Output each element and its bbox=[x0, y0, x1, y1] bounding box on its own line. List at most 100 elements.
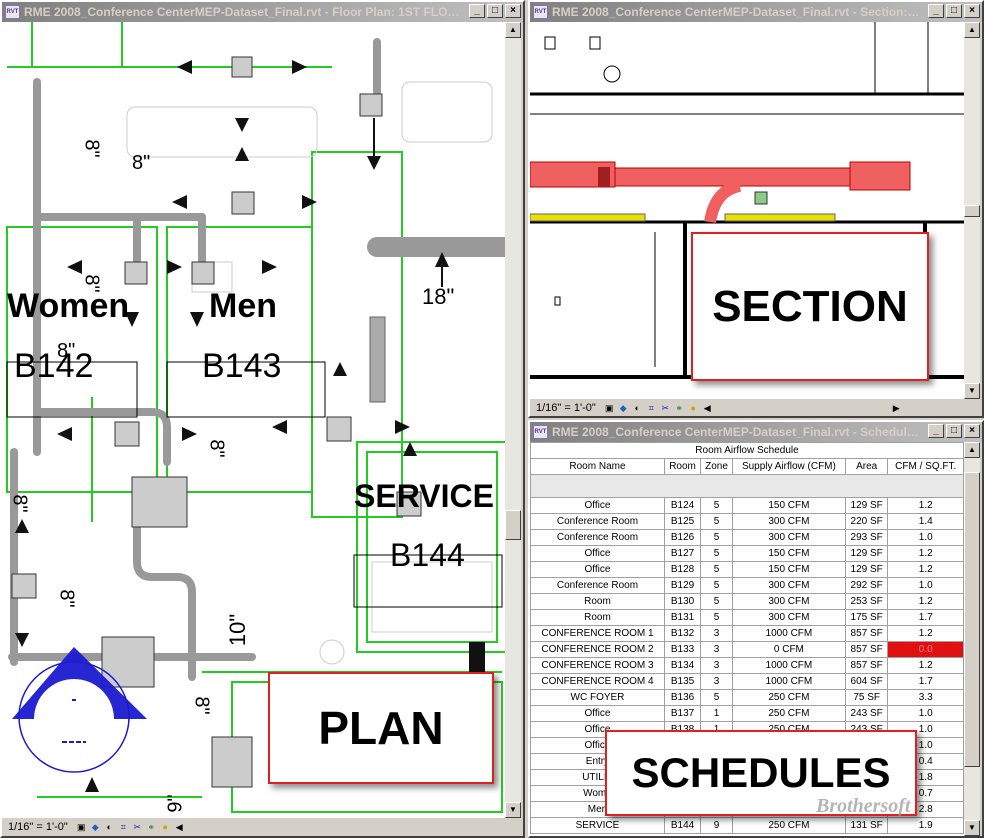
table-cell[interactable]: 1000 CFM bbox=[731, 673, 846, 690]
table-cell[interactable]: 1.0 bbox=[887, 705, 964, 722]
table-cell[interactable]: 293 SF bbox=[844, 529, 889, 546]
crop-view-icon[interactable]: ⌗ bbox=[646, 403, 657, 414]
section-vertical-scrollbar[interactable]: ▲ ▼ bbox=[964, 22, 980, 399]
table-row[interactable]: Office B128 5 150 CFM 129 SF 1.2 bbox=[530, 561, 964, 578]
table-cell[interactable]: 5 bbox=[700, 529, 733, 546]
table-cell[interactable]: 0.0 bbox=[887, 641, 964, 658]
table-cell[interactable]: 1.2 bbox=[887, 545, 964, 562]
column-header[interactable]: Room bbox=[663, 458, 702, 475]
table-cell[interactable]: 5 bbox=[700, 689, 733, 706]
table-cell[interactable]: 1.4 bbox=[887, 513, 964, 530]
column-header[interactable]: Area bbox=[844, 458, 889, 475]
table-cell[interactable]: 250 CFM bbox=[731, 689, 846, 706]
table-cell[interactable]: Room bbox=[530, 593, 665, 610]
scroll-thumb[interactable] bbox=[505, 510, 521, 540]
table-cell[interactable]: B133 bbox=[663, 641, 702, 658]
shadows-icon[interactable]: ◐ bbox=[104, 822, 115, 833]
reveal-hidden-icon[interactable]: ● bbox=[688, 403, 699, 414]
table-row[interactable]: Conference Room B129 5 300 CFM 292 SF 1.0 bbox=[530, 577, 964, 594]
maximize-button[interactable]: □ bbox=[946, 424, 962, 438]
table-cell[interactable]: Office bbox=[530, 561, 665, 578]
table-cell[interactable]: 1.2 bbox=[887, 625, 964, 642]
minimize-button[interactable]: _ bbox=[928, 424, 944, 438]
model-graphics-style-icon[interactable]: ◆ bbox=[90, 822, 101, 833]
table-cell[interactable]: CONFERENCE ROOM 2 bbox=[530, 641, 665, 658]
scroll-down-arrow-icon[interactable]: ▼ bbox=[964, 383, 980, 399]
table-row[interactable]: Room B130 5 300 CFM 253 SF 1.2 bbox=[530, 593, 964, 610]
table-cell[interactable]: 3 bbox=[700, 673, 733, 690]
table-cell[interactable]: 300 CFM bbox=[731, 513, 846, 530]
table-cell[interactable]: 0 CFM bbox=[731, 641, 846, 658]
table-cell[interactable]: Room bbox=[530, 609, 665, 626]
table-cell[interactable]: 5 bbox=[700, 561, 733, 578]
table-cell[interactable]: B135 bbox=[663, 673, 702, 690]
close-button[interactable]: × bbox=[964, 424, 980, 438]
table-row[interactable]: Office B127 5 150 CFM 129 SF 1.2 bbox=[530, 545, 964, 562]
table-cell[interactable]: Office bbox=[530, 705, 665, 722]
table-cell[interactable]: 250 CFM bbox=[731, 705, 846, 722]
table-cell[interactable]: B131 bbox=[663, 609, 702, 626]
table-row[interactable]: Conference Room B126 5 300 CFM 293 SF 1.0 bbox=[530, 529, 964, 546]
reveal-hidden-icon[interactable]: ● bbox=[160, 822, 171, 833]
table-cell[interactable]: 604 SF bbox=[844, 673, 889, 690]
table-cell[interactable]: 1000 CFM bbox=[731, 657, 846, 674]
table-cell[interactable]: 175 SF bbox=[844, 609, 889, 626]
table-cell[interactable]: 1 bbox=[700, 705, 733, 722]
table-cell[interactable]: B144 bbox=[663, 817, 702, 834]
table-cell[interactable]: 1.9 bbox=[887, 817, 964, 834]
table-cell[interactable]: CONFERENCE ROOM 1 bbox=[530, 625, 665, 642]
column-header[interactable]: CFM / SQ.FT. bbox=[887, 458, 964, 475]
model-graphics-style-icon[interactable]: ◆ bbox=[618, 403, 629, 414]
detail-level-icon[interactable]: ▣ bbox=[604, 403, 615, 414]
table-cell[interactable]: 243 SF bbox=[844, 705, 889, 722]
table-cell[interactable]: CONFERENCE ROOM 4 bbox=[530, 673, 665, 690]
scroll-down-arrow-icon[interactable]: ▼ bbox=[964, 820, 980, 836]
table-cell[interactable]: 220 SF bbox=[844, 513, 889, 530]
maximize-button[interactable]: □ bbox=[946, 4, 962, 18]
shadows-icon[interactable]: ◐ bbox=[632, 403, 643, 414]
table-cell[interactable]: B132 bbox=[663, 625, 702, 642]
table-cell[interactable]: 300 CFM bbox=[731, 577, 846, 594]
table-cell[interactable]: 5 bbox=[700, 513, 733, 530]
table-row[interactable]: CONFERENCE ROOM 2 B133 3 0 CFM 857 SF 0.0 bbox=[530, 641, 964, 658]
show-crop-region-icon[interactable]: ✂ bbox=[132, 822, 143, 833]
show-crop-region-icon[interactable]: ✂ bbox=[660, 403, 671, 414]
table-cell[interactable]: 253 SF bbox=[844, 593, 889, 610]
table-cell[interactable]: WC FOYER bbox=[530, 689, 665, 706]
view-scale[interactable]: 1/16" = 1'-0" bbox=[532, 399, 600, 416]
table-cell[interactable]: B126 bbox=[663, 529, 702, 546]
table-cell[interactable]: 5 bbox=[700, 545, 733, 562]
table-row[interactable]: Office B137 1 250 CFM 243 SF 1.0 bbox=[530, 705, 964, 722]
column-header[interactable]: Supply Airflow (CFM) bbox=[731, 458, 846, 475]
table-row[interactable]: Room B131 5 300 CFM 175 SF 1.7 bbox=[530, 609, 964, 626]
table-cell[interactable]: 131 SF bbox=[844, 817, 889, 834]
plan-titlebar[interactable]: RVT RME 2008_Conference CenterMEP-Datase… bbox=[2, 2, 523, 22]
table-cell[interactable]: 5 bbox=[700, 497, 733, 514]
minimize-button[interactable]: _ bbox=[928, 4, 944, 18]
crop-view-icon[interactable]: ⌗ bbox=[118, 822, 129, 833]
table-cell[interactable]: B128 bbox=[663, 561, 702, 578]
scroll-up-arrow-icon[interactable]: ▲ bbox=[505, 22, 521, 38]
maximize-button[interactable]: □ bbox=[487, 4, 503, 18]
table-cell[interactable]: 150 CFM bbox=[731, 561, 846, 578]
table-cell[interactable]: 75 SF bbox=[844, 689, 889, 706]
table-cell[interactable]: 292 SF bbox=[844, 577, 889, 594]
table-row[interactable]: SERVICE B144 9 250 CFM 131 SF 1.9 bbox=[530, 817, 964, 834]
table-cell[interactable]: B125 bbox=[663, 513, 702, 530]
scroll-left-arrow-icon[interactable]: ◀ bbox=[702, 403, 713, 414]
close-button[interactable]: × bbox=[505, 4, 521, 18]
scroll-thumb[interactable] bbox=[964, 472, 980, 767]
table-cell[interactable]: 300 CFM bbox=[731, 593, 846, 610]
table-cell[interactable]: 3 bbox=[700, 657, 733, 674]
table-cell[interactable]: 300 CFM bbox=[731, 529, 846, 546]
table-row[interactable]: CONFERENCE ROOM 4 B135 3 1000 CFM 604 SF 1.7 bbox=[530, 673, 964, 690]
table-cell[interactable]: 5 bbox=[700, 577, 733, 594]
table-cell[interactable]: B129 bbox=[663, 577, 702, 594]
table-cell[interactable]: B124 bbox=[663, 497, 702, 514]
plan-vertical-scrollbar[interactable]: ▲ ▼ bbox=[505, 22, 521, 818]
table-cell[interactable]: B134 bbox=[663, 657, 702, 674]
table-cell[interactable]: 150 CFM bbox=[731, 497, 846, 514]
table-row[interactable]: CONFERENCE ROOM 1 B132 3 1000 CFM 857 SF 1.2 bbox=[530, 625, 964, 642]
table-cell[interactable]: Conference Room bbox=[530, 529, 665, 546]
table-cell[interactable]: Conference Room bbox=[530, 513, 665, 530]
